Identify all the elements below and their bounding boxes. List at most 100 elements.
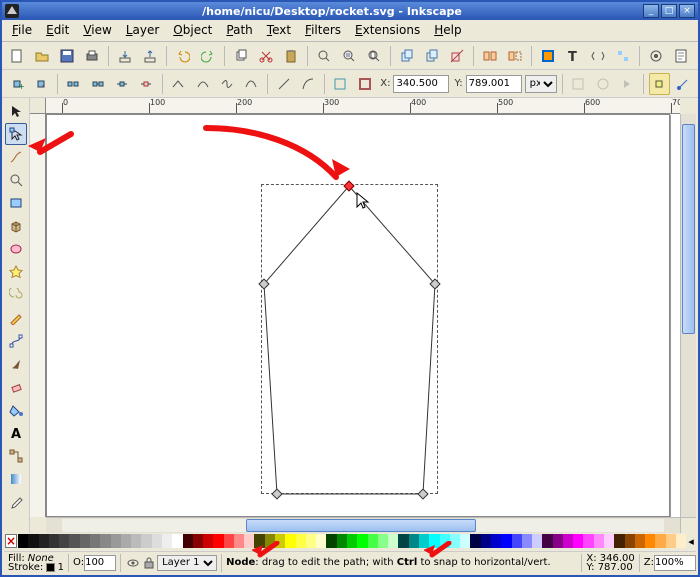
palette-swatch[interactable] bbox=[481, 534, 491, 548]
palette-swatch[interactable] bbox=[398, 534, 408, 548]
node-smooth-button[interactable] bbox=[192, 73, 213, 95]
palette-swatch[interactable] bbox=[666, 534, 676, 548]
palette-swatch[interactable] bbox=[604, 534, 614, 548]
spiral-tool[interactable] bbox=[5, 284, 27, 306]
close-button[interactable]: × bbox=[679, 4, 695, 18]
join-node-button[interactable] bbox=[87, 73, 108, 95]
edited-path[interactable] bbox=[261, 184, 441, 498]
palette-swatch[interactable] bbox=[141, 534, 151, 548]
open-button[interactable] bbox=[31, 45, 53, 67]
redo-button[interactable] bbox=[197, 45, 219, 67]
palette-swatch[interactable] bbox=[645, 534, 655, 548]
palette-swatch[interactable] bbox=[635, 534, 645, 548]
node-x-input[interactable] bbox=[393, 75, 449, 93]
menu-layer[interactable]: Layer bbox=[119, 20, 166, 41]
palette-swatch[interactable] bbox=[49, 534, 59, 548]
dropper-tool[interactable] bbox=[5, 491, 27, 513]
palette-swatch[interactable] bbox=[193, 534, 203, 548]
layer-lock-icon[interactable] bbox=[141, 555, 157, 571]
zoom-tool[interactable] bbox=[5, 169, 27, 191]
menu-file[interactable]: File bbox=[5, 20, 39, 41]
palette-swatch[interactable] bbox=[470, 534, 480, 548]
delete-node-button[interactable]: - bbox=[30, 73, 51, 95]
export-button[interactable] bbox=[139, 45, 161, 67]
eraser-tool[interactable] bbox=[5, 376, 27, 398]
connector-tool[interactable] bbox=[5, 445, 27, 467]
palette-swatch[interactable] bbox=[316, 534, 326, 548]
palette-swatch[interactable] bbox=[419, 534, 429, 548]
fill-stroke-dialog-button[interactable] bbox=[537, 45, 559, 67]
save-button[interactable] bbox=[56, 45, 78, 67]
palette-swatch[interactable] bbox=[491, 534, 501, 548]
insert-node-button[interactable]: + bbox=[6, 73, 27, 95]
palette-swatch[interactable] bbox=[347, 534, 357, 548]
palette-swatch[interactable] bbox=[183, 534, 193, 548]
palette-swatch[interactable] bbox=[625, 534, 635, 548]
palette-swatch[interactable] bbox=[583, 534, 593, 548]
palette-swatch[interactable] bbox=[69, 534, 79, 548]
palette-swatch[interactable] bbox=[224, 534, 234, 548]
palette-swatch[interactable] bbox=[676, 534, 686, 548]
palette-swatch[interactable] bbox=[18, 534, 28, 548]
palette-swatch[interactable] bbox=[285, 534, 295, 548]
no-fill-swatch[interactable]: × bbox=[5, 534, 17, 548]
new-document-button[interactable] bbox=[6, 45, 28, 67]
cut-button[interactable] bbox=[255, 45, 277, 67]
node-cusp-button[interactable] bbox=[168, 73, 189, 95]
menu-filters[interactable]: Filters bbox=[298, 20, 348, 41]
palette-swatch[interactable] bbox=[80, 534, 90, 548]
menu-help[interactable]: Help bbox=[427, 20, 468, 41]
tweak-tool[interactable] bbox=[5, 146, 27, 168]
paste-button[interactable] bbox=[280, 45, 302, 67]
palette-swatch[interactable] bbox=[172, 534, 182, 548]
horizontal-scrollbar[interactable] bbox=[46, 517, 680, 533]
palette-swatch[interactable] bbox=[542, 534, 552, 548]
minimize-button[interactable]: _ bbox=[643, 4, 659, 18]
stroke-to-path-button[interactable] bbox=[354, 73, 375, 95]
palette-swatch[interactable] bbox=[265, 534, 275, 548]
clone-button[interactable] bbox=[421, 45, 443, 67]
menu-path[interactable]: Path bbox=[219, 20, 259, 41]
maximize-button[interactable]: □ bbox=[661, 4, 677, 18]
palette-swatch[interactable] bbox=[563, 534, 573, 548]
vertical-scrollbar[interactable] bbox=[680, 114, 696, 517]
pencil-tool[interactable] bbox=[5, 307, 27, 329]
palette-swatch[interactable] bbox=[614, 534, 624, 548]
canvas[interactable] bbox=[46, 114, 680, 517]
palette-swatch[interactable] bbox=[59, 534, 69, 548]
palette-swatch[interactable] bbox=[532, 534, 542, 548]
palette-swatch[interactable] bbox=[121, 534, 131, 548]
palette-swatch[interactable] bbox=[655, 534, 665, 548]
show-clip-button[interactable] bbox=[568, 73, 589, 95]
delete-segment-button[interactable] bbox=[136, 73, 157, 95]
break-node-button[interactable] bbox=[63, 73, 84, 95]
3dbox-tool[interactable] bbox=[5, 215, 27, 237]
palette-swatch[interactable] bbox=[203, 534, 213, 548]
palette-swatch[interactable] bbox=[409, 534, 419, 548]
palette-swatch[interactable] bbox=[368, 534, 378, 548]
ungroup-button[interactable] bbox=[504, 45, 526, 67]
preferences-button[interactable] bbox=[645, 45, 667, 67]
opacity-input[interactable] bbox=[84, 555, 116, 571]
align-dialog-button[interactable] bbox=[612, 45, 634, 67]
palette-swatch[interactable] bbox=[28, 534, 38, 548]
node-y-input[interactable] bbox=[466, 75, 522, 93]
group-button[interactable] bbox=[479, 45, 501, 67]
palette-swatch[interactable] bbox=[512, 534, 522, 548]
unlink-clone-button[interactable] bbox=[446, 45, 468, 67]
zoom-page-button[interactable] bbox=[363, 45, 385, 67]
menu-view[interactable]: View bbox=[76, 20, 118, 41]
node-auto-button[interactable] bbox=[241, 73, 262, 95]
object-to-path-button[interactable] bbox=[330, 73, 351, 95]
palette-swatch[interactable] bbox=[594, 534, 604, 548]
layer-select[interactable]: Layer 1 bbox=[157, 555, 217, 571]
palette-swatch[interactable] bbox=[306, 534, 316, 548]
join-segment-button[interactable] bbox=[111, 73, 132, 95]
palette-swatch[interactable] bbox=[388, 534, 398, 548]
gradient-tool[interactable] bbox=[5, 468, 27, 490]
star-tool[interactable] bbox=[5, 261, 27, 283]
menu-edit[interactable]: Edit bbox=[39, 20, 76, 41]
palette-swatch[interactable] bbox=[440, 534, 450, 548]
xml-editor-button[interactable] bbox=[587, 45, 609, 67]
show-handles-button[interactable] bbox=[649, 73, 670, 95]
